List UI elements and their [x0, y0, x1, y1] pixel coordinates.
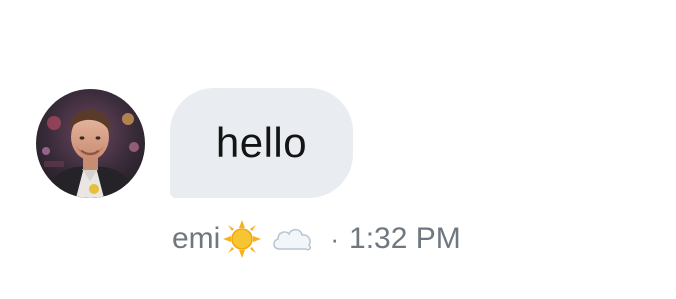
sun-emoji-icon [222, 219, 262, 259]
timestamp: 1:32 PM [349, 222, 461, 255]
message-text: hello [215, 119, 308, 166]
message-row: hello emi · 1:32 PM [0, 0, 676, 299]
cloud-emoji-icon [270, 219, 314, 259]
sender[interactable]: emi [172, 215, 314, 263]
message-bubble[interactable]: hello [170, 88, 353, 198]
separator-dot: · [330, 223, 340, 254]
message-meta: emi · 1:32 PM [172, 215, 461, 263]
sender-name: emi [172, 222, 221, 255]
profile-photo-icon [36, 89, 145, 198]
avatar[interactable] [36, 89, 145, 198]
